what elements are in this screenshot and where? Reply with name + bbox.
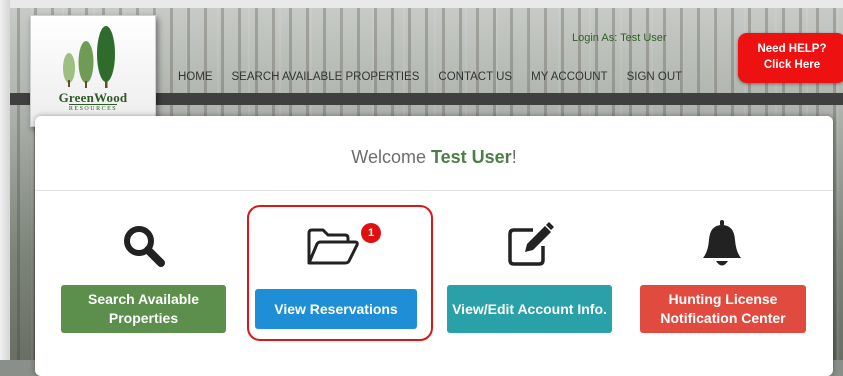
search-available-properties-button[interactable]: Search Available Properties — [61, 285, 226, 333]
edit-icon[interactable] — [505, 220, 555, 268]
welcome-message: Welcome Test User! — [35, 147, 833, 168]
help-line-1: Need HELP? — [757, 43, 827, 55]
welcome-prefix: Welcome — [351, 147, 431, 167]
search-icon[interactable] — [121, 223, 167, 269]
nav-contact-us[interactable]: CONTACT US — [438, 71, 512, 83]
nav-my-account[interactable]: MY ACCOUNT — [531, 71, 607, 83]
nav-home[interactable]: HOME — [178, 71, 213, 83]
main-nav: HOME SEARCH AVAILABLE PROPERTIES CONTACT… — [178, 71, 701, 83]
welcome-suffix: ! — [511, 147, 517, 167]
trees-icon — [63, 26, 115, 88]
welcome-user-name: Test User — [430, 147, 512, 167]
hunting-license-notification-button[interactable]: Hunting License Notification Center — [640, 285, 806, 333]
logo-divider — [69, 104, 117, 105]
help-line-2: Click Here — [763, 59, 821, 71]
logo-subtitle: RESOURCES — [68, 106, 118, 112]
view-reservations-highlight — [247, 205, 433, 341]
greenwood-logo[interactable]: GreenWood RESOURCES — [30, 15, 156, 127]
window-frame-left — [0, 0, 10, 360]
window-frame-top — [0, 0, 843, 8]
panel-divider — [35, 190, 833, 191]
nav-search-available-properties[interactable]: SEARCH AVAILABLE PROPERTIES — [232, 71, 420, 83]
need-help-button[interactable]: Need HELP? Click Here — [738, 33, 843, 83]
view-edit-account-info-button[interactable]: View/Edit Account Info. — [447, 285, 612, 333]
login-status: Login As: Test User — [572, 32, 667, 44]
dashboard-panel: Welcome Test User! 1 Search Available Pr… — [35, 116, 833, 376]
bell-icon[interactable] — [701, 220, 743, 270]
nav-sign-out[interactable]: SIGN OUT — [627, 71, 683, 83]
